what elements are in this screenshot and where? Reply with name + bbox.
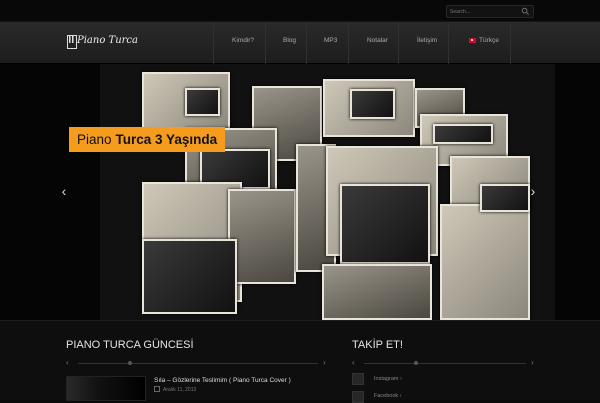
collage-photo: [480, 184, 530, 212]
turkish-flag-icon: [469, 37, 476, 43]
facebook-link[interactable]: Facebook ›: [374, 393, 402, 399]
follow-divider: [364, 363, 526, 364]
nav-divider: [510, 22, 511, 64]
slide-image: [100, 64, 555, 320]
caption-bold: Turca 3 Yaşında: [115, 132, 218, 147]
nav-divider: [306, 22, 307, 64]
slide-caption: Piano Turca 3 Yaşında: [69, 127, 226, 152]
nav-item-iletisim[interactable]: İletişim: [417, 37, 437, 44]
instagram-icon[interactable]: [352, 373, 364, 385]
nav-divider: [213, 22, 214, 64]
post-date: Aralık 11, 2013: [163, 387, 197, 393]
search-box[interactable]: [446, 5, 534, 18]
nav-divider: [398, 22, 399, 64]
post-title[interactable]: Sıla – Gözlerine Teslimim ( Piano Turca …: [154, 377, 291, 384]
nav-divider: [448, 22, 449, 64]
search-icon[interactable]: [521, 7, 530, 16]
nav-item-blog[interactable]: Blog: [283, 37, 296, 44]
blog-divider: [78, 363, 318, 364]
slider-prev-icon[interactable]: ‹: [59, 184, 69, 198]
collage-photo: [340, 184, 430, 264]
instagram-link[interactable]: Instagram ›: [374, 376, 402, 382]
language-label: Türkçe: [479, 37, 499, 44]
collage-photo: [185, 88, 220, 116]
nav-item-kimdir[interactable]: Kimdir?: [232, 37, 254, 44]
search-input[interactable]: [450, 6, 516, 17]
top-bar: [0, 0, 600, 22]
follow-slider-dot[interactable]: [414, 361, 418, 365]
follow-section-title: TAKİP ET!: [352, 339, 403, 351]
nav-divider: [265, 22, 266, 64]
blog-slider-dot[interactable]: [128, 361, 132, 365]
nav-item-mp3[interactable]: MP3: [324, 37, 337, 44]
piano-logo-icon: [67, 35, 77, 49]
post-thumbnail[interactable]: [66, 376, 146, 401]
collage-photo: [440, 204, 530, 320]
nav-item-language[interactable]: Türkçe: [469, 37, 499, 44]
site-logo[interactable]: Piano Turca: [67, 33, 138, 51]
facebook-icon[interactable]: [352, 391, 364, 403]
blog-prev-icon[interactable]: ‹: [66, 359, 69, 367]
follow-prev-icon[interactable]: ‹: [352, 359, 355, 367]
slider-next-icon[interactable]: ›: [528, 184, 538, 198]
caption-light: Piano: [77, 132, 112, 147]
nav-item-notalar[interactable]: Notalar: [367, 37, 388, 44]
collage-photo: [142, 239, 237, 314]
collage-photo: [322, 264, 432, 320]
collage-photo: [350, 89, 395, 119]
logo-text: Piano Turca: [77, 35, 138, 46]
calendar-icon: [154, 386, 160, 392]
footer-widgets: PIANO TURCA GÜNCESİ ‹ › Sıla – Gözlerine…: [0, 320, 600, 403]
collage-photo: [433, 124, 493, 144]
hero-slider[interactable]: Piano Turca 3 Yaşında ‹ ›: [0, 64, 600, 320]
nav-divider: [348, 22, 349, 64]
blog-next-icon[interactable]: ›: [323, 359, 326, 367]
main-nav: Piano Turca Kimdir? Blog MP3 Notalar İle…: [0, 22, 600, 64]
collage-photo: [228, 189, 296, 284]
blog-section-title: PIANO TURCA GÜNCESİ: [66, 339, 194, 351]
follow-next-icon[interactable]: ›: [531, 359, 534, 367]
